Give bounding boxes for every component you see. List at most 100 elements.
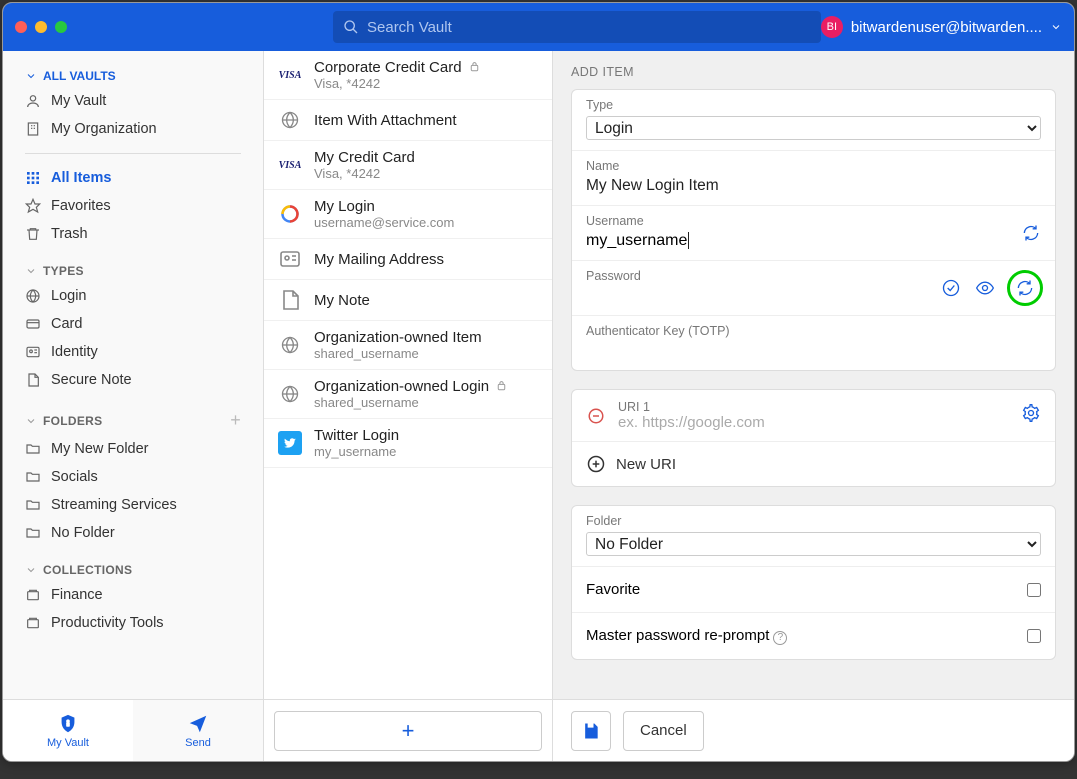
list-item[interactable]: Organization-owned Itemshared_username xyxy=(264,321,552,370)
list-item[interactable]: Organization-owned Login shared_username xyxy=(264,370,552,419)
search-bar[interactable] xyxy=(333,11,821,43)
window-maximize[interactable] xyxy=(55,21,67,33)
collection-icon xyxy=(25,587,41,603)
globe-icon xyxy=(25,288,41,304)
avatar: BI xyxy=(821,16,843,38)
identity-icon xyxy=(25,344,41,360)
totp-input[interactable] xyxy=(586,342,1041,360)
username-input[interactable]: my_username xyxy=(586,232,689,249)
sidebar-all-items[interactable]: All Items xyxy=(3,164,263,192)
generate-username-button[interactable] xyxy=(1019,221,1043,245)
tab-my-vault[interactable]: My Vault xyxy=(3,700,133,761)
save-icon xyxy=(581,721,601,741)
folder-icon xyxy=(25,469,41,485)
reprompt-checkbox[interactable] xyxy=(1027,629,1041,643)
help-icon[interactable]: ? xyxy=(773,631,787,645)
name-label: Name xyxy=(586,159,1041,173)
user-menu[interactable]: BI bitwardenuser@bitwarden.... xyxy=(821,16,1062,38)
name-input[interactable] xyxy=(586,177,1041,195)
chevron-down-icon xyxy=(25,564,37,576)
star-icon xyxy=(25,198,41,214)
sidebar-favorites[interactable]: Favorites xyxy=(3,192,263,220)
detail-panel: ADD ITEM Type Login Name Username my_use… xyxy=(553,51,1074,761)
trash-icon xyxy=(25,226,41,242)
sidebar-type-card[interactable]: Card xyxy=(3,310,263,338)
uri-input[interactable]: ex. https://google.com xyxy=(618,414,1009,431)
toggle-visibility-button[interactable] xyxy=(973,276,997,300)
plus-circle-icon xyxy=(586,454,606,474)
chevron-down-icon xyxy=(25,415,37,427)
sidebar-folder[interactable]: Streaming Services xyxy=(3,491,263,519)
list-item[interactable]: Twitter Loginmy_username xyxy=(264,419,552,468)
folder-icon xyxy=(25,441,41,457)
sidebar-folder[interactable]: Socials xyxy=(3,463,263,491)
lock-icon xyxy=(57,713,79,735)
item-list: VISACorporate Credit Card Visa, *4242Ite… xyxy=(264,51,553,761)
list-item[interactable]: Item With Attachment xyxy=(264,100,552,141)
folder-label: Folder xyxy=(586,514,1041,528)
user-email: bitwardenuser@bitwarden.... xyxy=(851,19,1042,36)
user-icon xyxy=(25,93,41,109)
list-item[interactable]: VISAMy Credit CardVisa, *4242 xyxy=(264,141,552,190)
remove-uri-button[interactable] xyxy=(586,406,606,426)
sidebar-collections-header[interactable]: COLLECTIONS xyxy=(3,559,263,581)
check-password-button[interactable] xyxy=(939,276,963,300)
username-label: Username xyxy=(586,214,1041,228)
sidebar-my-vault[interactable]: My Vault xyxy=(3,87,263,115)
send-icon xyxy=(187,713,209,735)
sidebar-type-identity[interactable]: Identity xyxy=(3,338,263,366)
list-item[interactable]: My Loginusername@service.com xyxy=(264,190,552,239)
favorite-checkbox[interactable] xyxy=(1027,583,1041,597)
building-icon xyxy=(25,121,41,137)
search-input[interactable] xyxy=(367,19,811,36)
folder-select[interactable]: No Folder xyxy=(586,532,1041,556)
list-item[interactable]: VISACorporate Credit Card Visa, *4242 xyxy=(264,51,552,100)
reprompt-label: Master password re-prompt? xyxy=(586,627,787,645)
sidebar-folders-header[interactable]: FOLDERS + xyxy=(3,406,263,435)
sidebar-folder[interactable]: No Folder xyxy=(3,519,263,547)
totp-label: Authenticator Key (TOTP) xyxy=(586,324,1041,338)
new-uri-button[interactable]: New URI xyxy=(572,441,1055,486)
sidebar-trash[interactable]: Trash xyxy=(3,220,263,248)
sidebar-all-vaults-header[interactable]: ALL VAULTS xyxy=(3,65,263,87)
folder-icon xyxy=(25,525,41,541)
sidebar-folder[interactable]: My New Folder xyxy=(3,435,263,463)
sidebar-collection[interactable]: Finance xyxy=(3,581,263,609)
chevron-down-icon xyxy=(25,70,37,82)
list-item[interactable]: My Note xyxy=(264,280,552,321)
folder-icon xyxy=(25,497,41,513)
uri-settings-button[interactable] xyxy=(1021,403,1041,428)
save-button[interactable] xyxy=(571,711,611,751)
type-select[interactable]: Login xyxy=(586,116,1041,140)
cancel-button[interactable]: Cancel xyxy=(623,711,704,751)
card-icon xyxy=(25,316,41,332)
note-icon xyxy=(25,372,41,388)
sidebar-type-login[interactable]: Login xyxy=(3,282,263,310)
window-minimize[interactable] xyxy=(35,21,47,33)
tab-send[interactable]: Send xyxy=(133,700,263,761)
grid-icon xyxy=(25,170,41,186)
sidebar-type-note[interactable]: Secure Note xyxy=(3,366,263,394)
collection-icon xyxy=(25,615,41,631)
window-close[interactable] xyxy=(15,21,27,33)
chevron-down-icon xyxy=(25,265,37,277)
generate-password-highlight xyxy=(1007,270,1043,306)
list-item[interactable]: My Mailing Address xyxy=(264,239,552,280)
sidebar-my-organization[interactable]: My Organization xyxy=(3,115,263,143)
uri-label: URI 1 xyxy=(618,400,1009,414)
chevron-down-icon xyxy=(1050,21,1062,33)
attachment-icon xyxy=(495,380,508,393)
search-icon xyxy=(343,19,359,35)
add-item-button[interactable]: + xyxy=(274,711,542,751)
titlebar: BI bitwardenuser@bitwarden.... xyxy=(3,3,1074,51)
favorite-label: Favorite xyxy=(586,581,640,598)
sidebar-types-header[interactable]: TYPES xyxy=(3,260,263,282)
sidebar: ALL VAULTS My Vault My Organization All … xyxy=(3,51,264,761)
detail-header: ADD ITEM xyxy=(571,65,1056,79)
password-input[interactable] xyxy=(586,287,859,305)
add-folder-button[interactable]: + xyxy=(230,410,241,431)
generate-password-button[interactable] xyxy=(1013,276,1037,300)
attachment-icon xyxy=(468,61,481,74)
type-label: Type xyxy=(586,98,1041,112)
sidebar-collection[interactable]: Productivity Tools xyxy=(3,609,263,637)
